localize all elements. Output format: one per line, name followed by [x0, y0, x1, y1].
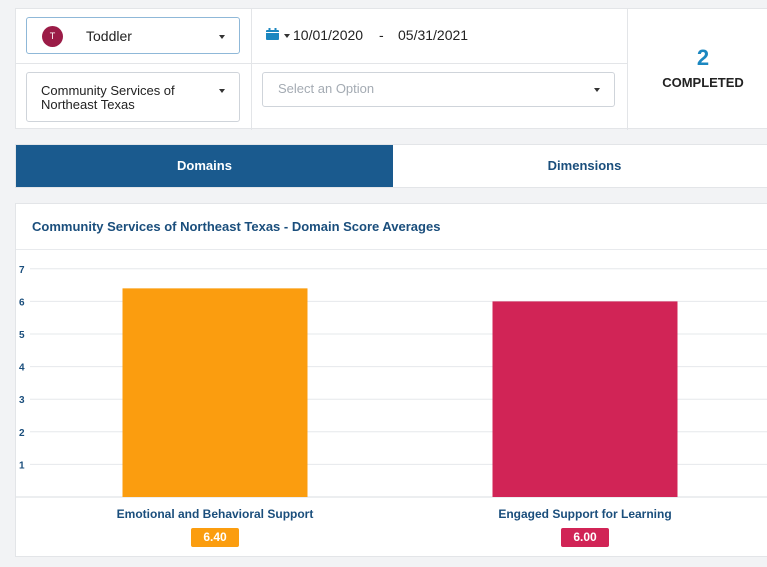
- filter-column-left: T Toddler Community Services of Northeas…: [16, 9, 252, 130]
- category-label: Engaged Support for Learning: [498, 507, 672, 521]
- y-tick-label: 2: [19, 428, 25, 439]
- option-select[interactable]: Select an Option: [262, 72, 615, 107]
- category-label: Emotional and Behavioral Support: [116, 507, 314, 521]
- y-tick-label: 7: [19, 265, 25, 276]
- option-placeholder: Select an Option: [278, 81, 375, 96]
- tab-bar: Domains Dimensions: [15, 144, 767, 188]
- y-tick-label: 1: [19, 460, 25, 471]
- chevron-down-icon: [219, 35, 225, 39]
- level-label: Toddler: [86, 28, 132, 44]
- filter-panel: T Toddler Community Services of Northeas…: [15, 8, 767, 130]
- filter-column-middle: 10/01/2020 - 05/31/2021 Select an Option: [252, 9, 628, 130]
- date-end: 05/31/2021: [398, 27, 469, 43]
- program-label: Community Services of Northeast Texas: [41, 83, 175, 112]
- calendar-icon: [266, 28, 279, 40]
- chevron-down-icon: [219, 89, 225, 93]
- completed-count: 2: [696, 45, 710, 70]
- program-select[interactable]: Community Services of Northeast Texas: [26, 72, 240, 122]
- bar[interactable]: [122, 288, 308, 497]
- date-separator: -: [379, 27, 384, 43]
- bar[interactable]: [492, 301, 678, 497]
- y-tick-label: 6: [19, 297, 25, 308]
- chevron-down-icon: [594, 88, 600, 92]
- y-tick-label: 4: [19, 363, 25, 374]
- level-avatar: T: [42, 26, 63, 47]
- chevron-down-icon: [284, 34, 290, 38]
- y-tick-label: 5: [19, 330, 25, 341]
- chart-panel: Community Services of Northeast Texas - …: [15, 203, 767, 557]
- value-badge: 6.40: [191, 528, 239, 547]
- level-select[interactable]: T Toddler: [26, 17, 240, 54]
- page: T Toddler Community Services of Northeas…: [0, 0, 767, 567]
- y-tick-label: 3: [19, 395, 25, 406]
- tab-domains[interactable]: Domains: [16, 145, 393, 187]
- completed-label: COMPLETED: [662, 75, 744, 90]
- completed-summary: 2 COMPLETED: [628, 9, 767, 130]
- value-badge: 6.00: [561, 528, 609, 547]
- bar-chart: 1 2 3 4 5 6 7: [16, 265, 767, 498]
- date-start: 10/01/2020: [293, 27, 364, 43]
- row-divider: [16, 63, 628, 64]
- tab-dimensions[interactable]: Dimensions: [393, 145, 767, 187]
